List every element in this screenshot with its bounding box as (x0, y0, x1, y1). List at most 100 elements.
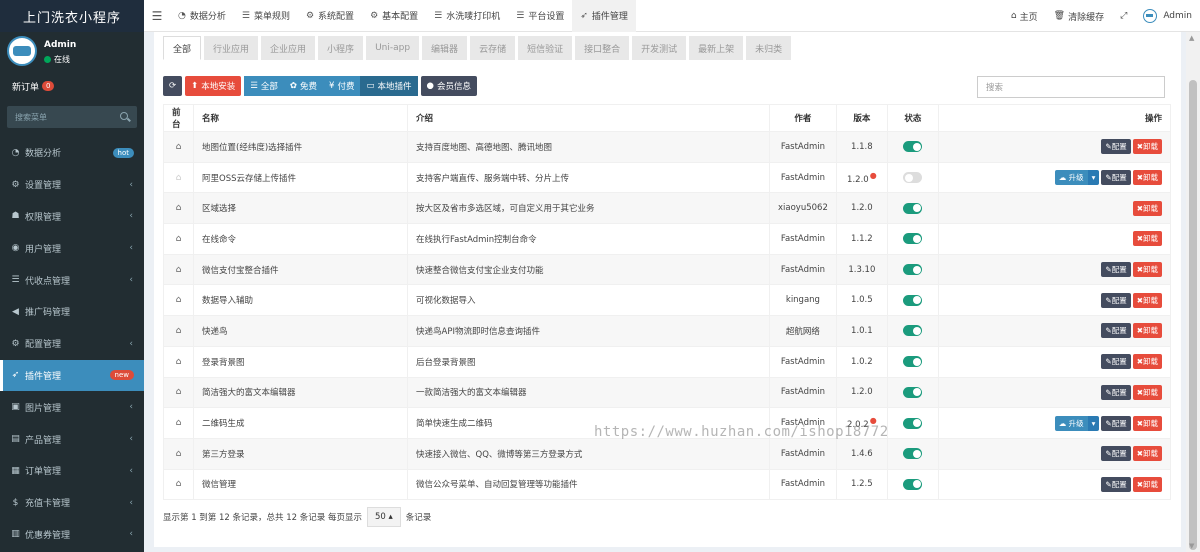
plugin-author[interactable]: FastAdmin (769, 223, 837, 255)
category-tab-2[interactable]: 企业应用 (261, 36, 316, 60)
category-tab-0[interactable]: 全部 (163, 36, 202, 60)
home-icon[interactable]: ⌂ (176, 142, 182, 152)
plugin-author[interactable]: FastAdmin (769, 345, 837, 378)
plugin-author[interactable]: FastAdmin (769, 468, 837, 501)
home-icon[interactable]: ⌂ (176, 479, 182, 489)
plugin-author[interactable]: FastAdmin (769, 161, 837, 194)
plugin-name[interactable]: 阿里OSS云存储上传插件 (193, 161, 408, 194)
top-tab-2[interactable]: ⚙ 系统配置 (298, 0, 362, 32)
page-size-select[interactable]: 50 ▴ (366, 507, 401, 527)
home-icon[interactable]: ⌂ (176, 173, 182, 183)
plugin-name[interactable]: 微信管理 (193, 468, 408, 501)
top-tab-3[interactable]: ⚙ 基本配置 (362, 0, 426, 32)
brand-title[interactable]: 上门洗衣小程序 (0, 0, 144, 32)
col-status[interactable]: 状态 (886, 104, 939, 132)
status-toggle[interactable] (903, 356, 923, 368)
config-button[interactable]: ✎ 配置 (1101, 354, 1131, 370)
admin-menu[interactable]: Admin (1135, 9, 1200, 23)
plugin-name[interactable]: 简洁强大的富文本编辑器 (193, 376, 408, 409)
home-icon[interactable]: ⌂ (176, 326, 182, 336)
status-toggle[interactable] (903, 417, 923, 429)
plugin-name[interactable]: 在线命令 (193, 223, 408, 255)
plugin-author[interactable]: FastAdmin (769, 131, 837, 163)
refresh-button[interactable]: ⟳ (163, 76, 183, 96)
uninstall-button[interactable]: ✖ 卸载 (1132, 446, 1162, 462)
scroll-up-icon[interactable]: ▲ (1189, 34, 1194, 42)
plugin-name[interactable]: 地图位置(经纬度)选择插件 (193, 131, 408, 163)
home-icon[interactable]: ⌂ (176, 265, 182, 275)
col-intro[interactable]: 介绍 (407, 104, 770, 132)
category-tab-3[interactable]: 小程序 (318, 36, 364, 60)
fullscreen-button[interactable]: ⤢ (1112, 11, 1135, 21)
col-author[interactable]: 作者 (769, 104, 837, 132)
uninstall-button[interactable]: ✖ 卸载 (1132, 231, 1162, 247)
config-button[interactable]: ✎ 配置 (1101, 292, 1131, 308)
upgrade-dropdown-button[interactable]: ▾ (1087, 170, 1100, 186)
status-toggle[interactable] (903, 294, 923, 306)
uninstall-button[interactable]: ✖ 卸载 (1132, 476, 1162, 492)
plugin-author[interactable]: xiaoyu5062 (769, 192, 837, 225)
upgrade-button[interactable]: ☁ 升级 (1054, 170, 1088, 186)
scroll-down-icon[interactable]: ▼ (1189, 542, 1194, 550)
category-tab-7[interactable]: 短信验证 (518, 36, 573, 60)
uninstall-button[interactable]: ✖ 卸载 (1132, 323, 1162, 339)
home-icon[interactable]: ⌂ (176, 234, 182, 244)
config-button[interactable]: ✎ 配置 (1101, 139, 1131, 155)
status-toggle[interactable] (903, 478, 923, 490)
sidebar-search-input[interactable]: 搜索菜单 (7, 106, 137, 128)
status-toggle[interactable] (903, 141, 923, 153)
top-tab-5[interactable]: ☰ 平台设置 (508, 0, 572, 32)
uninstall-button[interactable]: ✖ 卸载 (1132, 292, 1162, 308)
filter-all-button[interactable]: ☰ 全部 (244, 76, 284, 96)
uninstall-button[interactable]: ✖ 卸载 (1132, 139, 1162, 155)
category-tab-1[interactable]: 行业应用 (204, 36, 259, 60)
config-button[interactable]: ✎ 配置 (1101, 446, 1131, 462)
sidebar-item-8[interactable]: ▣ 图片管理 ‹ (0, 391, 144, 423)
clear-cache-button[interactable]: 🗑 清除缓存 (1046, 10, 1112, 23)
plugin-name[interactable]: 二维码生成 (193, 407, 408, 439)
home-icon[interactable]: ⌂ (176, 387, 182, 397)
col-name[interactable]: 名称 (193, 104, 408, 132)
uninstall-button[interactable]: ✖ 卸载 (1132, 170, 1162, 186)
plugin-author[interactable]: FastAdmin (769, 437, 837, 470)
status-toggle[interactable] (903, 448, 923, 460)
sidebar-item-0[interactable]: ◔ 数据分析 hot (0, 137, 144, 169)
top-tab-6[interactable]: ➶ 插件管理 (572, 0, 636, 32)
config-button[interactable]: ✎ 配置 (1101, 262, 1131, 278)
status-toggle[interactable] (903, 233, 923, 245)
sidebar-item-3[interactable]: ◉ 用户管理 ‹ (0, 232, 144, 264)
uninstall-button[interactable]: ✖ 卸载 (1132, 384, 1162, 400)
category-tab-6[interactable]: 云存储 (470, 36, 516, 60)
status-toggle[interactable] (903, 202, 923, 214)
top-tab-0[interactable]: ◔ 数据分析 (170, 0, 234, 32)
scrollbar-thumb[interactable] (1189, 80, 1197, 550)
upgrade-button[interactable]: ☁ 升级 (1054, 415, 1088, 431)
col-version[interactable]: 版本 (835, 104, 888, 132)
sidebar-item-4[interactable]: ☰ 代收点管理 ‹ (0, 264, 144, 296)
sidebar-item-2[interactable]: ☗ 权限管理 ‹ (0, 201, 144, 233)
search-input[interactable]: 搜索 (977, 76, 1165, 98)
plugin-author[interactable]: FastAdmin (769, 253, 837, 286)
search-icon[interactable] (120, 112, 128, 120)
sidebar-toggle-icon[interactable]: ☰ (144, 9, 170, 23)
sidebar-item-11[interactable]: $ 充值卡管理 ‹ (0, 487, 144, 519)
sidebar-item-1[interactable]: ⚙ 设置管理 ‹ (0, 169, 144, 201)
new-order-link[interactable]: 新订单 0 (0, 74, 144, 98)
status-toggle[interactable] (903, 386, 923, 398)
category-tab-5[interactable]: 编辑器 (422, 36, 468, 60)
config-button[interactable]: ✎ 配置 (1101, 384, 1131, 400)
config-button[interactable]: ✎ 配置 (1101, 323, 1131, 339)
local-install-button[interactable]: ⬆ 本地安装 (185, 76, 242, 96)
category-tab-11[interactable]: 未归类 (746, 36, 792, 60)
category-tab-8[interactable]: 接口整合 (575, 36, 630, 60)
uninstall-button[interactable]: ✖ 卸载 (1132, 200, 1162, 216)
home-icon[interactable]: ⌂ (176, 295, 182, 305)
col-front[interactable]: 前台 (163, 104, 194, 132)
sidebar-item-12[interactable]: ▥ 优惠券管理 ‹ (0, 519, 144, 551)
sidebar-item-10[interactable]: ▦ 订单管理 ‹ (0, 455, 144, 487)
category-tab-10[interactable]: 最新上架 (689, 36, 744, 60)
plugin-name[interactable]: 区域选择 (193, 192, 408, 225)
plugin-name[interactable]: 第三方登录 (193, 437, 408, 470)
plugin-name[interactable]: 快递鸟 (193, 315, 408, 347)
filter-free-button[interactable]: ✿ 免费 (283, 76, 324, 96)
